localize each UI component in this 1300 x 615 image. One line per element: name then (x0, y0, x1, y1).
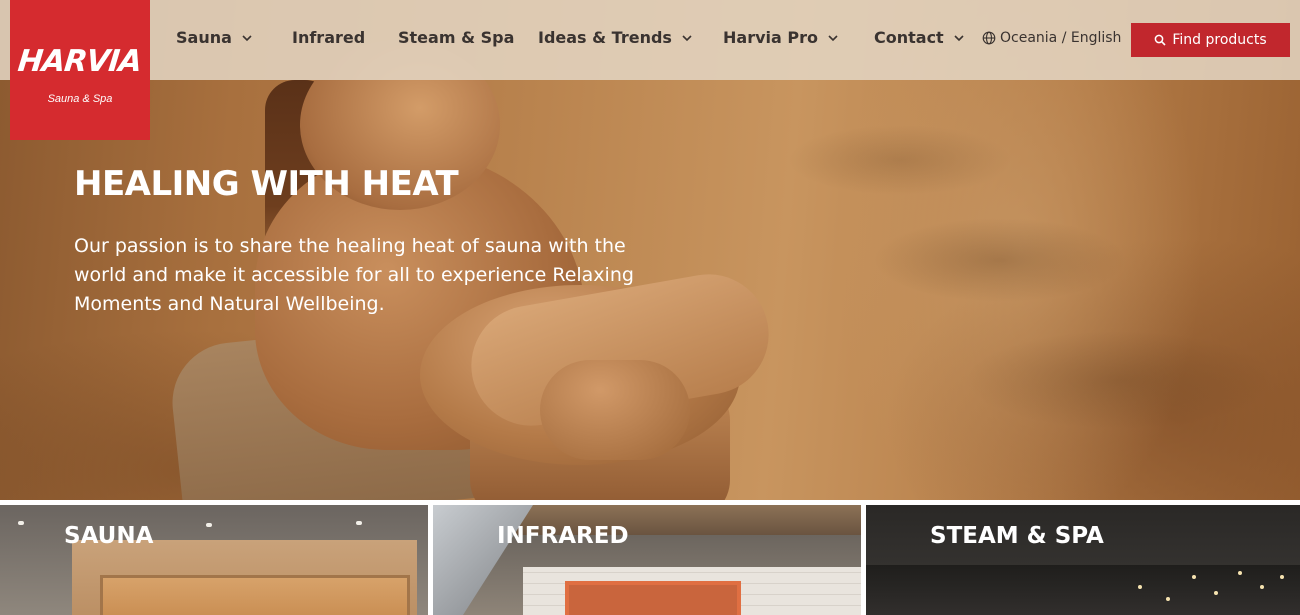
infrared-cabin-image (565, 581, 741, 615)
nav-item-label: Harvia Pro (723, 28, 818, 47)
starlight (1166, 597, 1170, 601)
chevron-down-icon (242, 35, 252, 42)
leaf-shadow (700, 80, 1300, 500)
logo-tagline: Sauna & Spa (47, 92, 113, 105)
category-title: INFRARED (497, 523, 629, 549)
nav-item-label: Contact (874, 28, 944, 47)
nav-item-label: Sauna (176, 28, 232, 47)
nav-item-harvia-pro[interactable]: Harvia Pro (723, 28, 840, 47)
starlight (1214, 591, 1218, 595)
chevron-down-icon (682, 35, 692, 42)
chevron-down-icon (954, 35, 964, 42)
language-label: Oceania / English (1000, 30, 1122, 46)
category-card-steam-spa[interactable]: STEAM & SPA (866, 505, 1300, 615)
language-selector[interactable]: Oceania / English (982, 30, 1121, 46)
logo-wordmark: HARVIA (16, 43, 144, 79)
category-card-infrared[interactable]: INFRARED (433, 505, 861, 615)
chevron-down-icon (828, 35, 838, 42)
hero-title: HEALING WITH HEAT (74, 164, 459, 204)
starlight (1192, 575, 1196, 579)
starlight (1260, 585, 1264, 589)
woman-hand (540, 360, 690, 460)
category-title: SAUNA (64, 523, 154, 549)
category-title: STEAM & SPA (930, 523, 1104, 549)
hero-description: Our passion is to share the healing heat… (74, 235, 634, 315)
steam-room-image (866, 565, 1300, 615)
starlight (1238, 571, 1242, 575)
globe-icon (982, 31, 996, 45)
nav-item-ideas-trends[interactable]: Ideas & Trends (538, 28, 694, 47)
harvia-logo[interactable]: HARVIA Sauna & Spa (10, 0, 150, 140)
nav-item-infrared[interactable]: Infrared (292, 28, 365, 47)
window-image (433, 505, 533, 615)
starlight (1138, 585, 1142, 589)
sauna-bench-image (100, 575, 410, 615)
ceiling-light (356, 521, 362, 525)
starlight (1280, 575, 1284, 579)
nav-item-contact[interactable]: Contact (874, 28, 966, 47)
find-products-button[interactable]: Find products (1131, 23, 1290, 57)
ceiling-light (206, 523, 212, 527)
find-products-label: Find products (1172, 32, 1267, 48)
nav-item-label: Infrared (292, 28, 366, 47)
nav-item-label: Steam & Spa (398, 28, 515, 47)
nav-item-sauna[interactable]: Sauna (176, 28, 254, 47)
nav-item-label: Ideas & Trends (538, 28, 672, 47)
ceiling-light (18, 521, 24, 525)
top-navigation-bar: Sauna Infrared Steam & Spa Ideas & Trend… (0, 0, 1300, 80)
nav-item-steam-spa[interactable]: Steam & Spa (398, 28, 514, 47)
category-card-sauna[interactable]: SAUNA (0, 505, 428, 615)
search-icon (1155, 34, 1166, 46)
